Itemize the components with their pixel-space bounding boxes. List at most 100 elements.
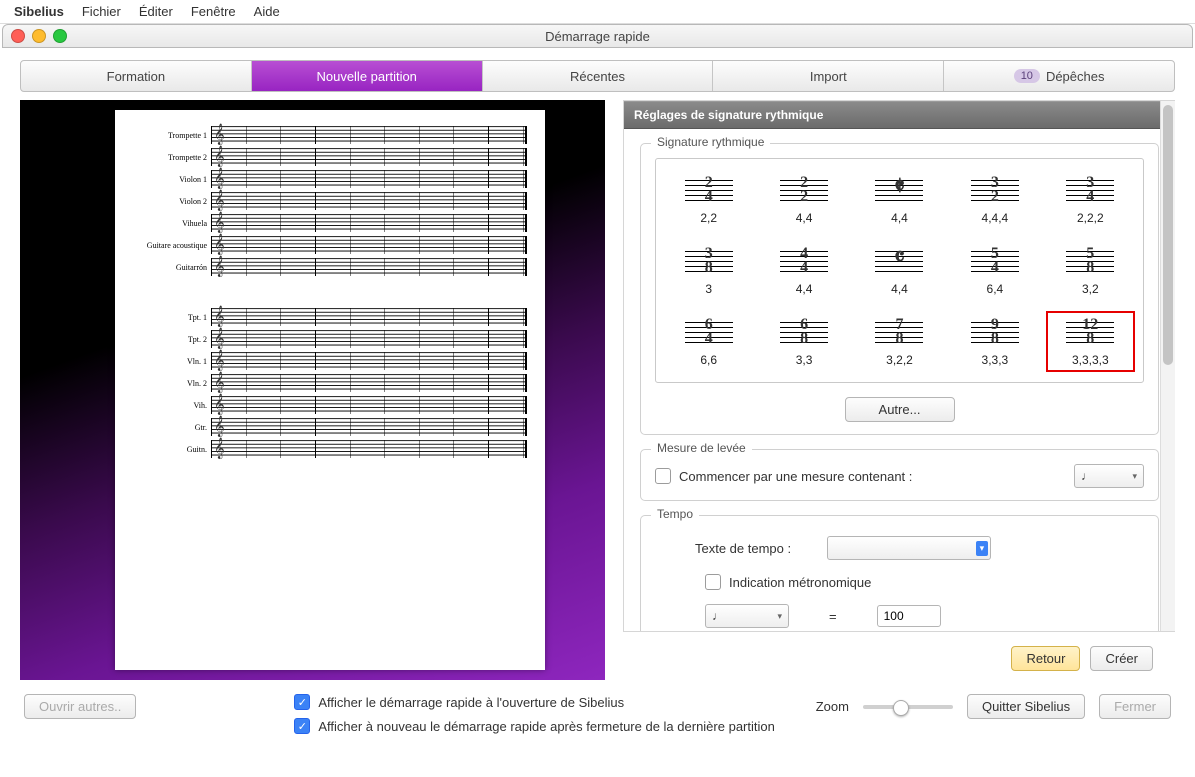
staff: 𝄞 — [211, 308, 527, 326]
window: Démarrage rapide Formation Nouvelle part… — [2, 24, 1193, 752]
time-signature-option[interactable]: 𝄴4,4 — [855, 240, 944, 301]
close-icon[interactable] — [11, 29, 25, 43]
pickup-value-select[interactable]: ♩▾ — [1074, 464, 1144, 488]
metronome-checkbox[interactable] — [705, 574, 721, 590]
other-button[interactable]: Autre... — [845, 397, 955, 422]
instrument-label: Vihuela — [129, 219, 211, 228]
time-signature-option[interactable]: 𝄵4,4 — [855, 169, 944, 230]
menu-window[interactable]: Fenêtre — [191, 4, 236, 19]
time-signature-label: 2,2 — [700, 211, 717, 225]
time-signature-option[interactable]: 383 — [664, 240, 753, 301]
staff-row: Guitn.𝄞 — [129, 438, 527, 460]
time-signature-option[interactable]: 324,4,4 — [950, 169, 1039, 230]
time-signature-option[interactable]: 683,3 — [759, 311, 848, 372]
time-signature-option[interactable]: 444,4 — [759, 240, 848, 301]
instrument-label: Vih. — [129, 401, 211, 410]
create-button[interactable]: Créer — [1090, 646, 1153, 671]
staff: 𝄞 — [211, 418, 527, 436]
menu-app[interactable]: Sibelius — [14, 4, 64, 19]
instrument-label: Guitn. — [129, 445, 211, 454]
time-signature-label: 3,2,2 — [886, 353, 913, 367]
time-signature-label: 6,4 — [987, 282, 1004, 296]
time-signature-label: 3,3,3,3 — [1072, 353, 1109, 367]
staff-row: Violon 2𝄞 — [129, 190, 527, 212]
tab-formation[interactable]: Formation — [21, 61, 252, 91]
equals-label: = — [829, 609, 837, 624]
open-others-button[interactable]: Ouvrir autres.. — [24, 694, 136, 719]
settings-scroll: Réglages de signature rythmique Signatur… — [623, 100, 1175, 632]
staff: 𝄞 — [211, 214, 527, 232]
time-signature-option[interactable]: 342,2,2 — [1046, 169, 1135, 230]
staff-row: Vln. 1𝄞 — [129, 350, 527, 372]
time-signature-label: 3 — [705, 282, 712, 296]
tab-import[interactable]: Import — [713, 61, 944, 91]
time-signature-option[interactable]: 242,2 — [664, 169, 753, 230]
time-signature-option[interactable]: 646,6 — [664, 311, 753, 372]
tab-nouvelle-partition[interactable]: Nouvelle partition — [252, 61, 483, 91]
menu-help[interactable]: Aide — [254, 4, 280, 19]
staff: 𝄞 — [211, 192, 527, 210]
metronome-value-input[interactable] — [877, 605, 941, 627]
tempo-text-label: Texte de tempo : — [695, 541, 791, 556]
pickup-checkbox[interactable] — [655, 468, 671, 484]
staff: 𝄞 — [211, 258, 527, 276]
staff-row: Gtr.𝄞 — [129, 416, 527, 438]
staff-row: Vihuela𝄞 — [129, 212, 527, 234]
show-after-close-checkbox[interactable]: ✓ — [294, 718, 310, 734]
time-signature-label: 3,3 — [796, 353, 813, 367]
time-signature-option[interactable]: 783,2,2 — [855, 311, 944, 372]
show-on-startup-checkbox[interactable]: ✓ — [294, 694, 310, 710]
back-button[interactable]: Retour — [1011, 646, 1080, 671]
staff: 𝄞 — [211, 352, 527, 370]
zoom-slider-knob[interactable] — [893, 700, 909, 716]
scrollbar[interactable] — [1160, 101, 1175, 631]
instrument-label: Violon 2 — [129, 197, 211, 206]
close-button[interactable]: Fermer — [1099, 694, 1171, 719]
time-signature-option[interactable]: 224,4 — [759, 169, 848, 230]
instrument-label: Trompette 1 — [129, 131, 211, 140]
panel-heading: Réglages de signature rythmique — [624, 101, 1175, 129]
menubar: Sibelius Fichier Éditer Fenêtre Aide — [0, 0, 1195, 24]
time-signature-label: 6,6 — [700, 353, 717, 367]
instrument-label: Vln. 2 — [129, 379, 211, 388]
time-signature-label: 4,4,4 — [982, 211, 1009, 225]
quit-button[interactable]: Quitter Sibelius — [967, 694, 1085, 719]
staff: 𝄞 — [211, 396, 527, 414]
staff-row: Trompette 1𝄞 — [129, 124, 527, 146]
tempo-text-select[interactable]: ▾ — [827, 536, 991, 560]
time-signature-grid: 242,2224,4𝄵4,4324,4,4342,2,2 383444,4𝄴4,4… — [655, 158, 1144, 383]
time-signature-option[interactable]: 546,4 — [950, 240, 1039, 301]
zoom-icon[interactable] — [53, 29, 67, 43]
instrument-label: Tpt. 1 — [129, 313, 211, 322]
staff-row: Guitarrón𝄞 — [129, 256, 527, 278]
time-signature-option[interactable]: 583,2 — [1046, 240, 1135, 301]
tab-depeches[interactable]: 10 Dépêches — [944, 61, 1174, 91]
pickup-label: Commencer par une mesure contenant : — [679, 469, 912, 484]
instrument-label: Gtr. — [129, 423, 211, 432]
menu-file[interactable]: Fichier — [82, 4, 121, 19]
zoom-slider[interactable] — [863, 705, 953, 709]
staff: 𝄞 — [211, 330, 527, 348]
staff: 𝄞 — [211, 170, 527, 188]
chevron-down-icon: ▾ — [777, 611, 782, 622]
staff-row: Tpt. 2𝄞 — [129, 328, 527, 350]
metronome-label: Indication métronomique — [729, 575, 871, 590]
window-title: Démarrage rapide — [3, 29, 1192, 44]
menu-edit[interactable]: Éditer — [139, 4, 173, 19]
time-signature-label: 2,2,2 — [1077, 211, 1104, 225]
score-page: Trompette 1𝄞Trompette 2𝄞Violon 1𝄞Violon … — [115, 110, 545, 670]
scrollbar-thumb[interactable] — [1163, 105, 1173, 365]
time-signature-option[interactable]: 983,3,3 — [950, 311, 1039, 372]
time-signature-option[interactable]: 1283,3,3,3 — [1046, 311, 1135, 372]
instrument-label: Guitare acoustique — [129, 241, 211, 250]
time-signature-label: 3,2 — [1082, 282, 1099, 296]
chevron-down-icon: ▾ — [1132, 471, 1137, 482]
time-signature-label: 3,3,3 — [982, 353, 1009, 367]
staff-row: Guitare acoustique𝄞 — [129, 234, 527, 256]
staff-row: Vln. 2𝄞 — [129, 372, 527, 394]
tab-recentes[interactable]: Récentes — [483, 61, 714, 91]
metronome-note-select[interactable]: ♩▾ — [705, 604, 789, 628]
minimize-icon[interactable] — [32, 29, 46, 43]
group-tempo: Tempo Texte de tempo : ▾ Indication métr… — [640, 515, 1159, 632]
staff: 𝄞 — [211, 236, 527, 254]
